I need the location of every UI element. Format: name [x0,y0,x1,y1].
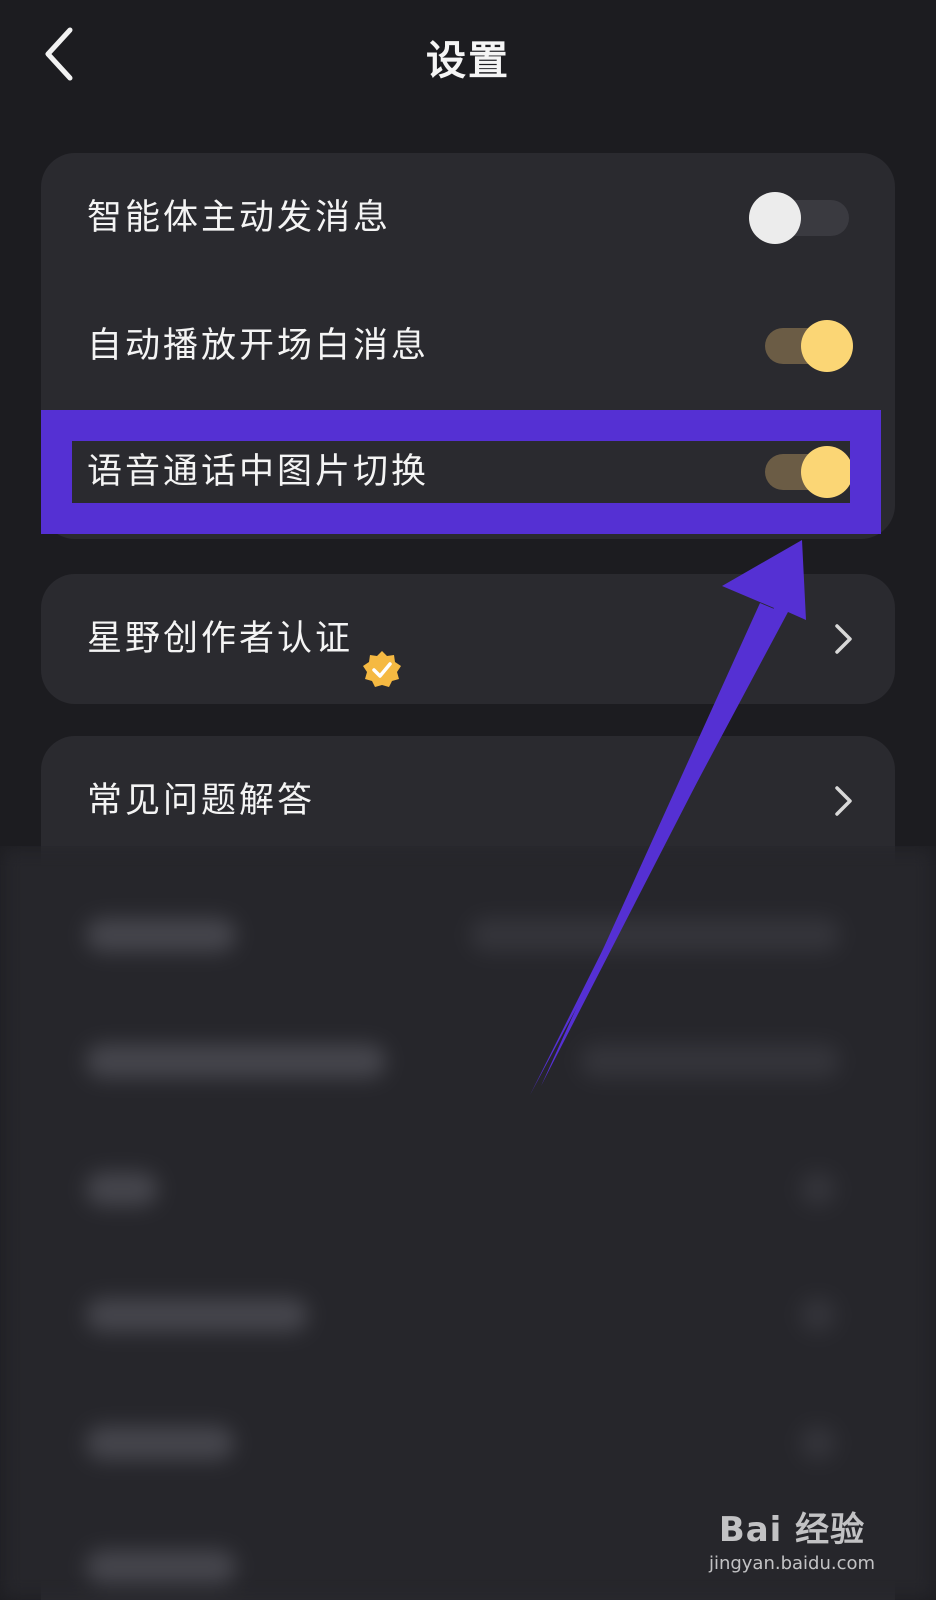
creator-certification-card[interactable]: 星野创作者认证 [41,574,895,704]
blurred-row-label [86,918,236,952]
blurred-row-label [86,1298,308,1332]
image-switch-in-call-toggle[interactable] [765,446,853,498]
toggle-knob [749,192,801,244]
setting-label: 智能体主动发消息 [87,198,392,238]
setting-row-creator-certification[interactable]: 星野创作者认证 [41,574,895,704]
blurred-content [0,846,936,1600]
blurred-row-label [86,1426,234,1460]
creator-certification-label: 星野创作者认证 [87,619,354,659]
chevron-right-icon [835,624,852,654]
blurred-row-label [86,1550,236,1584]
blurred-row-chevron [800,1298,836,1332]
setting-row-autoplay-greeting[interactable]: 自动播放开场白消息 [41,281,895,411]
setting-row-image-switch-in-call[interactable]: 语音通话中图片切换 [41,407,895,537]
top-bar: 设置 [0,0,936,112]
setting-label: 自动播放开场白消息 [87,326,430,366]
setting-label: 语音通话中图片切换 [87,452,430,492]
setting-label: 星野创作者认证 [87,574,403,704]
watermark-url: jingyan.baidu.com [708,1553,876,1574]
settings-page: 设置 智能体主动发消息 自动播放开场白消息 语音通话中图片切换 星野创作者认证 [0,0,936,1600]
watermark-logo: Bai 经验 [718,1510,866,1550]
toggle-knob [801,320,853,372]
blurred-row-value [580,1044,840,1078]
blurred-settings-area [0,846,936,1600]
toggle-knob [801,446,853,498]
blurred-row-chevron [800,1426,836,1460]
page-title: 设置 [426,38,510,84]
agent-messages-toggle[interactable] [749,192,849,244]
setting-row-agent-messages[interactable]: 智能体主动发消息 [41,153,895,283]
blurred-row-value [470,918,840,952]
blurred-row-chevron [800,1172,836,1206]
verified-badge-icon [361,615,403,687]
baidu-jingyan-watermark: Bai 经验 jingyan.baidu.com [702,1502,882,1586]
blurred-row-label [86,1172,158,1206]
chevron-right-icon [835,786,852,816]
blurred-row-label [86,1044,386,1078]
toggle-settings-card: 智能体主动发消息 自动播放开场白消息 语音通话中图片切换 [41,153,895,539]
autoplay-greeting-toggle[interactable] [765,320,853,372]
